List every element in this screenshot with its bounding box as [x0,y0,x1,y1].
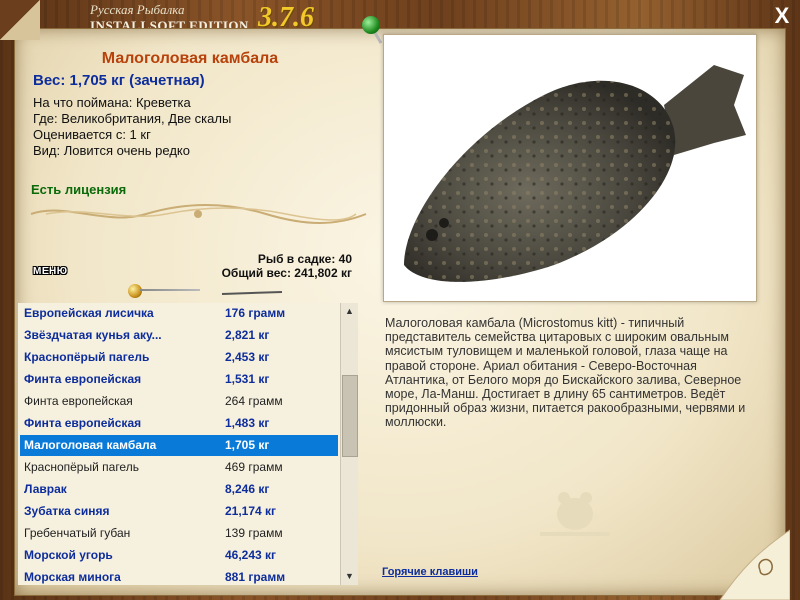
list-item[interactable]: Морская минога 881 грамм [20,567,338,585]
fish-rarity: Вид: Ловится очень редко [33,143,190,158]
list-item-weight: 1,531 кг [225,372,270,386]
list-item-weight: 21,174 кг [225,504,277,518]
fish-photo [383,34,757,302]
list-item[interactable]: Краснопёрый пагель 469 грамм [20,457,338,478]
list-item-name: Краснопёрый пагель [24,460,139,474]
fish-place: Где: Великобритания, Две скалы [33,111,232,126]
fish-count: Рыб в садке: 40 [257,252,352,266]
list-item-weight: 46,243 кг [225,548,277,562]
paper-corner [0,0,40,40]
list-item[interactable]: Краснопёрый пагель 2,453 кг [20,347,338,368]
gold-pin-icon [128,284,142,298]
green-pin-icon [362,16,380,34]
fish-bait: На что поймана: Креветка [33,95,191,110]
ornament-divider [30,204,367,224]
list-item-weight: 264 грамм [225,394,283,408]
list-item[interactable]: Финта европейская 1,531 кг [20,369,338,390]
scroll-down-icon[interactable]: ▼ [341,568,358,585]
list-item-name: Европейская лисичка [24,306,154,320]
list-item-name: Краснопёрый пагель [24,350,150,364]
list-item[interactable]: Европейская лисичка 176 грамм [20,303,338,324]
list-item-weight: 8,246 кг [225,482,270,496]
list-item-weight: 2,453 кг [225,350,270,364]
scroll-up-icon[interactable]: ▲ [341,303,358,320]
list-item-weight: 1,705 кг [225,438,270,452]
list-item-name: Звёздчатая кунья аку... [24,328,162,342]
list-item[interactable]: Звёздчатая кунья аку... 2,821 кг [20,325,338,346]
list-item-name: Зубатка синяя [24,504,110,518]
page-curl-icon [719,529,790,600]
list-item-name: Малоголовая камбала [24,438,157,452]
list-item-weight: 2,821 кг [225,328,270,342]
catch-list[interactable]: Европейская лисичка 176 грамм Звёздчатая … [18,303,358,585]
pin-needle [140,289,200,291]
list-item-name: Морская минога [24,570,121,584]
list-item-name: Финта европейская [24,372,142,386]
fish-name: Малоголовая камбала [101,50,279,67]
hotkeys-link[interactable]: Горячие клавиши [382,566,478,578]
app-title-line1: Русская Рыбалка [90,2,185,17]
list-item[interactable]: Гребенчатый губан 139 грамм [20,523,338,544]
list-item-weight: 176 грамм [225,306,286,320]
list-item-selected[interactable]: Малоголовая камбала 1,705 кг [20,435,338,456]
list-item-name: Финта европейская [24,416,142,430]
list-item-name: Лаврак [24,482,67,496]
menu-button[interactable]: МЕНЮ [33,266,68,277]
flounder-image [404,65,746,282]
stamp-watermark-icon [540,492,610,536]
list-item[interactable]: Зубатка синяя 21,174 кг [20,501,338,522]
list-item[interactable]: Лаврак 8,246 кг [20,479,338,500]
list-item-weight: 139 грамм [225,526,283,540]
list-item[interactable]: Финта европейская 264 грамм [20,391,338,412]
list-item[interactable]: Морской угорь 46,243 кг [20,545,338,566]
scrollbar-thumb[interactable] [342,375,358,457]
list-item[interactable]: Финта европейская 1,483 кг [20,413,338,434]
close-button[interactable]: X [770,4,794,28]
list-item-name: Морской угорь [24,548,113,562]
catch-stats: Рыб в садке: 40 Общий вес: 241,802 кг [222,252,352,280]
fish-rated: Оценивается с: 1 кг [33,127,151,142]
list-item-name: Финта европейская [24,394,133,408]
total-weight: Общий вес: 241,802 кг [221,266,352,280]
list-item-weight: 469 грамм [225,460,283,474]
list-item-weight: 1,483 кг [225,416,270,430]
list-item-name: Гребенчатый губан [24,526,131,540]
list-scrollbar[interactable]: ▲ ▼ [340,303,358,585]
fish-weight: Вес: 1,705 кг (зачетная) [33,72,205,89]
fish-description: Малоголовая камбала (Microstomus kitt) -… [385,316,746,430]
list-item-weight: 881 грамм [225,570,286,584]
license-status: Есть лицензия [31,182,127,197]
